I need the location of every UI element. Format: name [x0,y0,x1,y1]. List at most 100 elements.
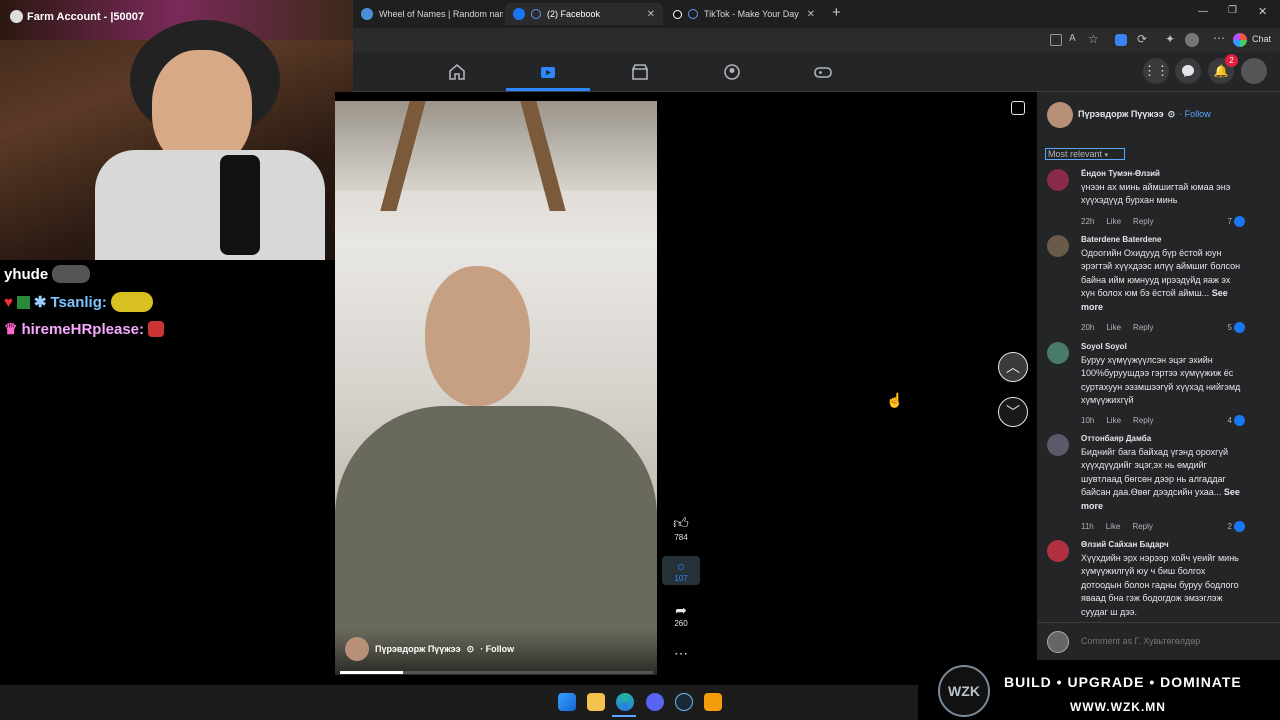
like-link[interactable]: Like [1106,217,1121,226]
comment-input[interactable] [1075,629,1270,653]
facebook-top-nav: ⋮⋮ 🔔 2 [353,52,1280,92]
more-menu-icon[interactable]: ⋯ [1213,31,1225,45]
puzzle-icon[interactable]: ✦ [1165,32,1175,46]
comment-time[interactable]: 22h [1081,217,1094,226]
follow-link[interactable]: · Follow [1179,109,1211,120]
comment-text: Одоогийн Охидууд бүр ёстой юун эрэгтэй х… [1081,247,1246,314]
comment-meta: 10h Like Reply [1081,416,1154,425]
reaction-count[interactable]: 2 [1228,521,1245,532]
video-icon[interactable] [538,62,558,82]
avatar[interactable] [1047,342,1069,364]
tiktok-icon [673,9,682,19]
microphone [220,155,260,255]
commenter-name[interactable]: Baterdene Baterdene [1081,235,1161,244]
logo-icon [10,10,23,23]
comment-time[interactable]: 11h [1081,522,1094,531]
chat-button[interactable]: Chat [1252,34,1271,44]
avatar[interactable] [1047,434,1069,456]
copilot-icon[interactable] [1233,33,1247,47]
avatar[interactable] [1047,102,1073,128]
restore-icon[interactable]: ❐ [1228,5,1237,16]
avatar[interactable] [1047,540,1069,562]
avatar[interactable] [345,637,369,661]
commenter-name[interactable]: Ёндон Тумэн-Өлзий [1081,169,1160,178]
edge-icon[interactable] [616,693,634,711]
commenter-name[interactable]: Өлзий Сайхан Бадарч [1081,540,1169,549]
like-reaction-icon [1234,415,1245,426]
app-icon[interactable] [704,693,722,711]
sort-dropdown[interactable]: Most relevant ▾ [1045,148,1125,160]
reply-link[interactable]: Reply [1133,416,1153,425]
commenter-name[interactable]: Оттонбаяр Дамба [1081,434,1151,443]
reply-link[interactable]: Reply [1133,323,1153,332]
comment-text: үнээн ах минь аймшигтай юмаа энэ хүүхэдү… [1081,182,1231,206]
commenter-name[interactable]: Soyol Soyol [1081,342,1127,351]
avatar[interactable] [1047,235,1069,257]
comment-meta: 22h Like Reply [1081,217,1154,226]
audio-icon [688,9,698,19]
comment-time[interactable]: 20h [1081,323,1094,332]
like-link[interactable]: Like [1106,323,1121,332]
profile-icon[interactable] [1185,33,1199,47]
chevron-up-icon: ︿ [1006,359,1020,375]
grid-icon[interactable] [1050,34,1062,46]
video-author: Пүрэвдорж Пүүжээ ⊙ · Follow [345,637,514,661]
refresh-icon[interactable]: ⟳ [1137,32,1147,46]
audio-icon [531,9,541,19]
groups-icon[interactable] [722,62,742,82]
messenger-icon[interactable] [1175,58,1201,84]
badge-icon: ♛ [4,321,18,338]
avatar[interactable] [1241,58,1267,84]
comment-time[interactable]: 10h [1081,416,1094,425]
browser-toolbar: A ☆ ⟳ ✦ ⋯ Chat [353,28,1280,52]
video-player[interactable]: Пүрэвдорж Пүүжээ ⊙ · Follow [335,101,657,675]
steam-icon[interactable] [675,693,693,711]
close-window-icon[interactable]: ✕ [1258,5,1267,18]
start-icon[interactable] [558,693,576,711]
close-icon[interactable]: ✕ [807,9,815,20]
share-count: 260 [674,619,688,628]
author-name[interactable]: Пүрэвдорж Пүүжээ [1078,109,1164,120]
home-icon[interactable] [447,62,467,82]
menu-icon[interactable]: ⋮⋮ [1143,58,1169,84]
follow-link[interactable]: · Follow [480,644,514,654]
minimize-icon[interactable]: — [1198,6,1208,17]
previous-video-button[interactable]: ︿ [998,352,1028,382]
new-tab-icon[interactable]: + [832,4,841,21]
webcam-overlay: Farm Account - |50007 [10,10,144,23]
video-progress-bar[interactable] [340,671,653,674]
like-action[interactable]: 👍︎ 784 [662,515,700,542]
tab-facebook[interactable]: (2) Facebook ✕ [505,3,663,25]
tab-tiktok[interactable]: TikTok - Make Your Day ✕ [665,3,823,25]
read-aloud-icon[interactable]: A [1069,33,1076,44]
like-reaction-icon [1234,322,1245,333]
author-name[interactable]: Пүрэвдорж Пүүжээ [375,644,461,654]
reaction-count[interactable]: 7 [1228,216,1245,227]
comment-action[interactable]: ○ 107 [662,556,700,585]
discord-icon[interactable] [646,693,664,711]
caret-down-icon: ▾ [1104,152,1109,159]
file-explorer-icon[interactable] [587,693,605,711]
reply-link[interactable]: Reply [1132,522,1152,531]
share-icon: ➦ [675,602,687,618]
active-app-indicator [612,715,636,717]
collapse-panel-icon[interactable] [1011,101,1025,115]
reaction-count[interactable]: 5 [1228,322,1245,333]
chat-user: yhude [4,265,49,283]
reply-link[interactable]: Reply [1133,217,1153,226]
gaming-icon[interactable] [813,62,833,82]
tab-wheel-of-names[interactable]: Wheel of Names | Random name ✕ [353,3,503,25]
next-video-button[interactable]: ﹀ [998,397,1028,427]
marketplace-icon[interactable] [630,62,650,82]
close-icon[interactable]: ✕ [647,9,655,20]
wzk-url: WWW.WZK.MN [1070,700,1166,714]
avatar[interactable] [1047,169,1069,191]
more-options-icon[interactable]: ⋯ [662,645,700,662]
reaction-count[interactable]: 4 [1228,415,1245,426]
extension-icon[interactable] [1115,34,1127,46]
like-link[interactable]: Like [1106,416,1121,425]
share-action[interactable]: ➦ 260 [662,602,700,628]
chat-message: yhude [4,265,91,283]
favorite-icon[interactable]: ☆ [1088,32,1099,46]
like-link[interactable]: Like [1106,522,1121,531]
